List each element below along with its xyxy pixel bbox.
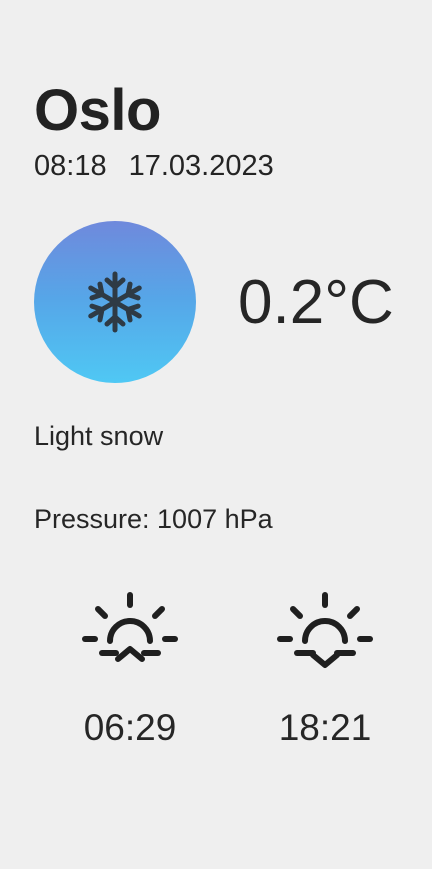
sunset-time: 18:21 xyxy=(278,707,372,748)
city-name: Oslo xyxy=(34,78,161,143)
weather-icon-circle xyxy=(34,221,196,383)
current-date: 17.03.2023 xyxy=(128,150,274,182)
sunrise-block: 06:29 xyxy=(70,589,190,746)
pressure-readout: Pressure: 1007 hPa xyxy=(34,504,273,534)
sunrise-icon xyxy=(82,592,178,662)
datetime: 08:18 17.03.2023 xyxy=(34,152,274,181)
temperature: 0.2°C xyxy=(238,268,394,337)
snowflake-icon xyxy=(88,271,142,333)
sunset-icon xyxy=(277,592,373,668)
sunrise-time: 06:29 xyxy=(83,707,177,748)
weather-description: Light snow xyxy=(34,421,164,451)
sunset-block: 18:21 xyxy=(265,589,385,746)
current-time: 08:18 xyxy=(34,150,107,182)
